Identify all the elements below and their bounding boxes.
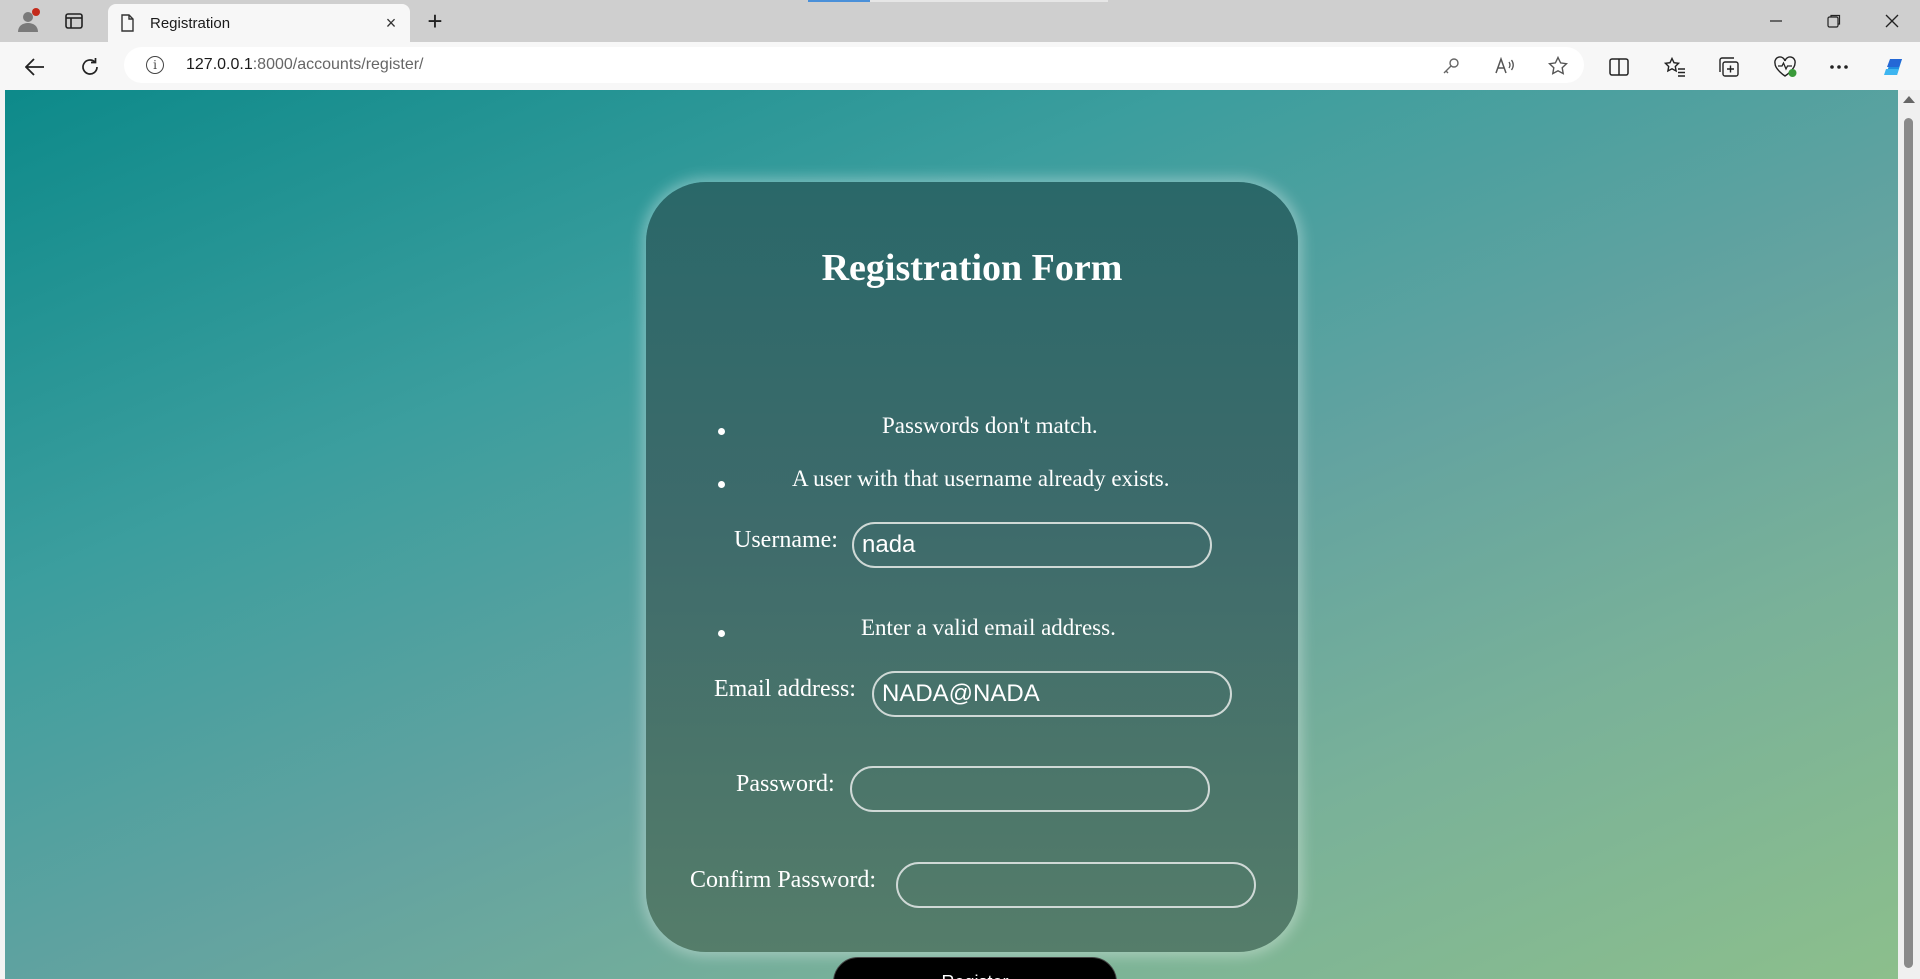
error-bullet (718, 630, 725, 637)
tab-title: Registration (150, 15, 231, 32)
favorites-icon[interactable] (1660, 52, 1690, 82)
key-icon[interactable] (1440, 55, 1462, 77)
url-text[interactable]: 127.0.0.1:8000/accounts/register/ (186, 56, 424, 74)
register-button[interactable]: Register (833, 957, 1117, 979)
notification-dot-icon (32, 8, 40, 16)
form-title: Registration Form (821, 247, 1123, 289)
tab-drag-area (808, 0, 1108, 2)
close-window-icon[interactable] (1864, 0, 1920, 42)
back-arrow-icon[interactable] (20, 52, 50, 82)
navigation-bar: i 127.0.0.1:8000/accounts/register/ (0, 42, 1920, 90)
registration-form: Registration Form Passwords don't match.… (646, 182, 1298, 979)
confirm-password-input[interactable] (896, 862, 1256, 908)
page-viewport: Registration Form Passwords don't match.… (5, 90, 1898, 979)
copilot-icon[interactable] (1879, 52, 1909, 82)
error-bullet (718, 428, 725, 435)
site-info-icon[interactable]: i (146, 56, 164, 74)
restore-icon[interactable] (1806, 0, 1862, 42)
password-input[interactable] (850, 766, 1210, 812)
email-label: Email address: (714, 676, 856, 702)
scrollbar-thumb[interactable] (1904, 118, 1913, 968)
error-invalid-email: Enter a valid email address. (861, 615, 1116, 640)
collections-icon[interactable] (1714, 52, 1744, 82)
error-username-exists: A user with that username already exists… (792, 466, 1170, 491)
refresh-icon[interactable] (75, 52, 105, 82)
favorite-star-icon[interactable] (1547, 55, 1569, 77)
confirm-password-label: Confirm Password: (690, 867, 876, 893)
username-input[interactable] (852, 522, 1212, 568)
address-bar[interactable]: i 127.0.0.1:8000/accounts/register/ (124, 47, 1584, 83)
browser-essentials-icon[interactable] (1770, 52, 1800, 82)
scroll-up-arrow-icon[interactable] (1903, 96, 1915, 103)
vertical-scrollbar[interactable] (1898, 90, 1920, 979)
page-icon (121, 14, 134, 32)
error-bullet (718, 481, 725, 488)
more-options-icon[interactable] (1824, 52, 1854, 82)
close-tab-icon[interactable]: × (380, 12, 402, 34)
error-passwords-mismatch: Passwords don't match. (882, 413, 1098, 438)
profile-avatar-icon[interactable] (14, 7, 42, 35)
read-aloud-icon[interactable] (1494, 55, 1516, 77)
new-tab-button[interactable]: + (422, 6, 448, 36)
tab-actions-icon[interactable] (62, 9, 86, 33)
url-host: 127.0.0.1 (186, 56, 253, 73)
username-label: Username: (734, 527, 838, 553)
tab-registration[interactable]: Registration × (108, 4, 410, 42)
split-screen-icon[interactable] (1604, 52, 1634, 82)
password-label: Password: (736, 771, 835, 797)
minimize-icon[interactable] (1748, 0, 1804, 42)
url-path: :8000/accounts/register/ (252, 56, 424, 73)
email-input[interactable] (872, 671, 1232, 717)
tab-bar: Registration × + (0, 0, 1920, 42)
